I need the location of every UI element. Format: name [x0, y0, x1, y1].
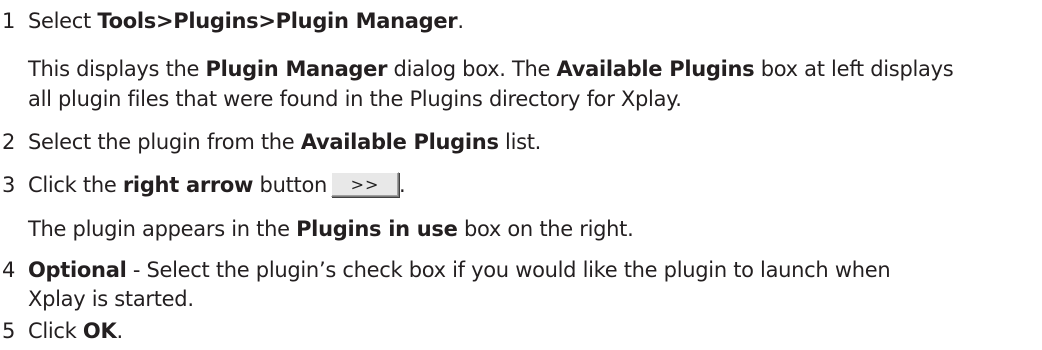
double-chevron-right-icon: >>	[350, 175, 380, 194]
step-instruction: Click OK.	[28, 319, 123, 343]
step-number: 2	[2, 130, 16, 154]
menu-path: Tools>Plugins>Plugin Manager	[97, 9, 458, 33]
step-instruction: Optional - Select the plugin’s check box…	[28, 258, 891, 282]
step-number: 3	[2, 173, 16, 197]
step-number: 5	[2, 319, 16, 343]
step-instruction: Select the plugin from the Available Plu…	[28, 130, 542, 154]
right-arrow-button[interactable]: >>	[331, 172, 400, 197]
step-number: 4	[2, 258, 16, 282]
step-instruction: Select Tools>Plugins>Plugin Manager.	[28, 9, 464, 33]
step-instruction: Click the right arrow button >>.	[28, 172, 406, 197]
optional-label: Optional	[28, 258, 127, 282]
step-number: 1	[2, 9, 16, 33]
